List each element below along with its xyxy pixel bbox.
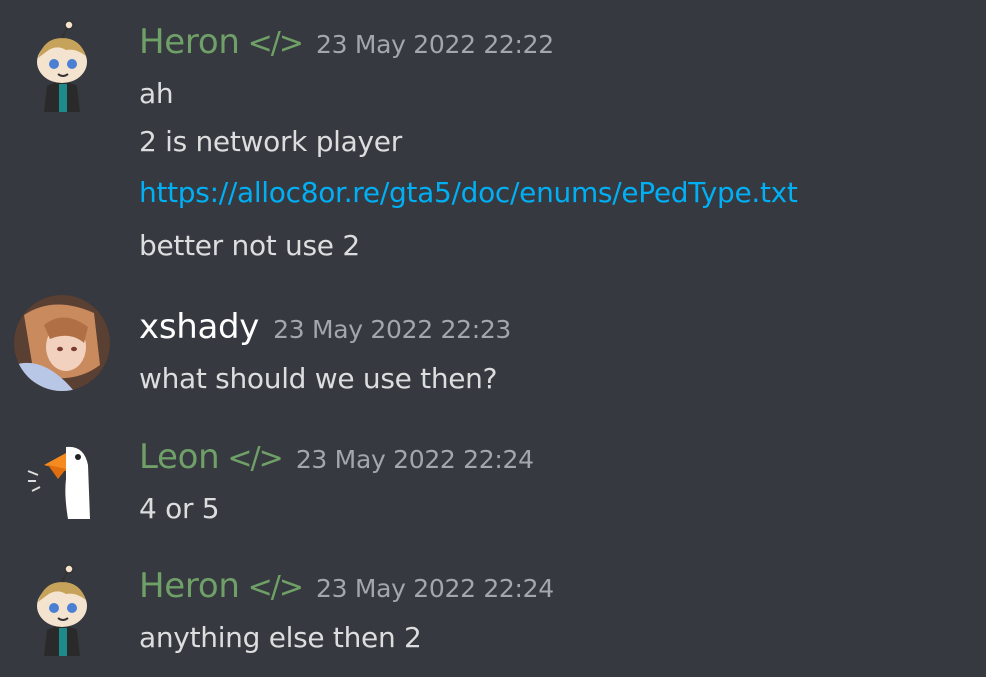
reddit-snoo-avatar-icon[interactable] — [14, 564, 110, 660]
message-text: anything else then 2 — [139, 621, 422, 654]
message-text: 2 is network player — [139, 125, 402, 158]
message-text: 4 or 5 — [139, 492, 220, 525]
timestamp: 23 May 2022 22:24 — [295, 445, 534, 474]
username[interactable]: Leon — [139, 437, 220, 477]
reddit-snoo-avatar-icon[interactable] — [14, 20, 110, 116]
message-header: Leon </> 23 May 2022 22:24 — [139, 435, 534, 479]
message-link[interactable]: https://alloc8or.re/gta5/doc/enums/ePedT… — [139, 175, 798, 211]
message-text: what should we use then? — [139, 362, 498, 395]
timestamp: 23 May 2022 22:22 — [315, 30, 554, 59]
role-tag: </> — [247, 570, 304, 605]
anime-girl-avatar-icon[interactable] — [14, 295, 110, 391]
chat-log: Heron </> 23 May 2022 22:22 ah 2 is networ… — [0, 0, 986, 677]
message-header: xshady 23 May 2022 22:23 — [139, 305, 511, 349]
username[interactable]: xshady — [139, 307, 259, 347]
message-header: Heron </> 23 May 2022 22:22 — [139, 20, 554, 64]
message-header: Heron </> 23 May 2022 22:24 — [139, 564, 554, 608]
message-text: better not use 2 — [139, 229, 360, 262]
username[interactable]: Heron — [139, 566, 240, 606]
goose-avatar-icon[interactable] — [14, 435, 110, 531]
role-tag: </> — [247, 26, 304, 61]
timestamp: 23 May 2022 22:24 — [315, 574, 554, 603]
message-text: ah — [139, 77, 174, 110]
username[interactable]: Heron — [139, 22, 240, 62]
timestamp: 23 May 2022 22:23 — [273, 315, 512, 344]
role-tag: </> — [227, 441, 283, 476]
